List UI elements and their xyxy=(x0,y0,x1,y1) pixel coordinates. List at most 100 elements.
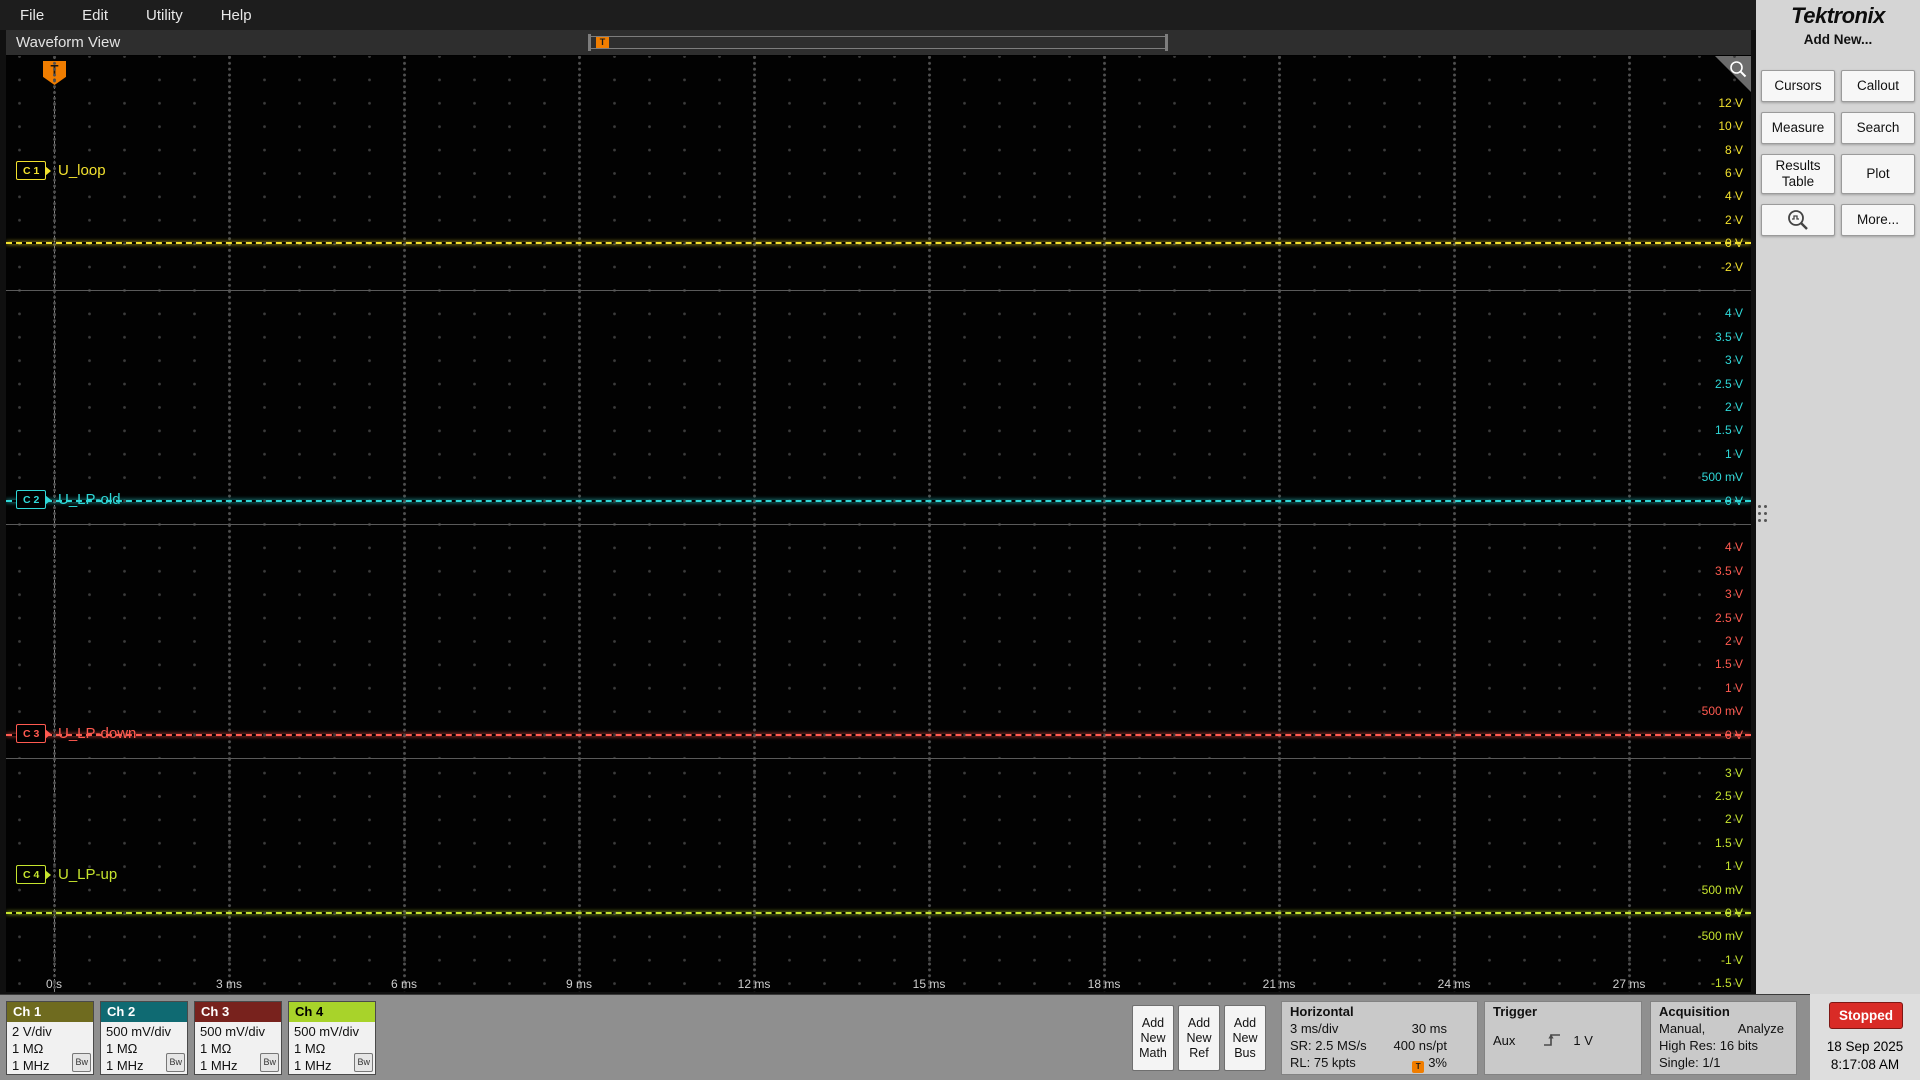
callout-button[interactable]: Callout xyxy=(1841,70,1915,102)
acquisition-analyze: Analyze xyxy=(1737,1021,1784,1036)
channel-trace-label[interactable]: U_LP-old xyxy=(58,490,121,509)
sample-resolution: 400 ns/pt xyxy=(1393,1038,1448,1053)
channel-card-body: 500 mV/div 1 MΩ 1 MHz Bw xyxy=(101,1022,187,1074)
channel-card-1[interactable]: Ch 12 V/div 1 MΩ 1 MHz Bw xyxy=(6,1001,94,1075)
scale-label: 2 V xyxy=(1724,634,1743,648)
scale-label: 2 V xyxy=(1724,400,1743,414)
right-sidebar: Tektronix Add New... Cursors Callout Measu… xyxy=(1756,0,1920,994)
bottom-right-block: Stopped 18 Sep 2025 8:17:08 AM xyxy=(1810,994,1920,1080)
menu-edit[interactable]: Edit xyxy=(82,7,108,24)
acquisition-detail: High Res: 16 bits xyxy=(1659,1038,1758,1053)
more-button[interactable]: More... xyxy=(1841,204,1915,236)
zoom-tool-button[interactable] xyxy=(1761,204,1835,236)
scale-label: 10 V xyxy=(1718,119,1743,134)
menu-help[interactable]: Help xyxy=(221,7,252,24)
trigger-title: Trigger xyxy=(1493,1004,1538,1019)
scale-label: 4 V xyxy=(1724,540,1743,555)
tektronix-logo: Tektronix xyxy=(1791,3,1885,28)
measure-button[interactable]: Measure xyxy=(1761,112,1835,144)
scale-label: 12 V xyxy=(1718,95,1743,110)
time-label: 3 ms xyxy=(215,977,242,991)
horizontal-position-indicator[interactable]: T xyxy=(588,34,1168,51)
time-label: 0 s xyxy=(45,977,62,991)
search-button[interactable]: Search xyxy=(1841,112,1915,144)
run-stop-button[interactable]: Stopped xyxy=(1829,1002,1903,1029)
channel-card-4[interactable]: Ch 4 500 mV/div 1 MΩ 1 MHz Bw xyxy=(288,1001,376,1075)
channel-card-body: 2 V/div 1 MΩ 1 MHz Bw xyxy=(7,1022,93,1074)
scale-label: 0 V xyxy=(1724,493,1743,508)
scale-label: 1 V xyxy=(1724,446,1743,461)
panel-splitter-handle[interactable] xyxy=(1757,500,1768,526)
add-new-ref-button[interactable]: Add New Ref xyxy=(1178,1005,1220,1071)
channel-badge-1[interactable]: C 1 xyxy=(16,161,47,180)
results-table-button[interactable]: Results Table xyxy=(1761,154,1835,194)
horizontal-panel[interactable]: Horizontal 3 ms/div 30 ms SR: 2.5 MS/s 4… xyxy=(1281,1001,1478,1075)
channel-card-title: Ch 2 xyxy=(101,1002,187,1022)
channel-card-3[interactable]: Ch 3 500 mV/div 1 MΩ 1 MHz Bw xyxy=(194,1001,282,1075)
time-label: 9 ms xyxy=(565,977,592,991)
add-new-math-button[interactable]: Add New Math xyxy=(1132,1005,1174,1071)
channel-card-2[interactable]: Ch 2 500 mV/div 1 MΩ 1 MHz Bw xyxy=(100,1001,188,1075)
band-separator xyxy=(6,290,1751,291)
channel-trace-label[interactable]: U_LP-up xyxy=(58,865,117,884)
channel-badge-3[interactable]: C 3 xyxy=(16,724,47,743)
scale-label: 1 V xyxy=(1724,680,1743,695)
scale-label: 3.5 V xyxy=(1714,329,1743,344)
acquisition-title: Acquisition xyxy=(1659,1004,1730,1019)
horizontal-scale: 3 ms/div xyxy=(1290,1021,1339,1036)
scale-label: 2.5 V xyxy=(1714,376,1743,391)
cursors-button[interactable]: Cursors xyxy=(1761,70,1835,102)
menu-bar: File Edit Utility Help xyxy=(0,0,1756,30)
add-new-bus-button[interactable]: Add New Bus xyxy=(1224,1005,1266,1071)
channel-badge-2[interactable]: C 2 xyxy=(16,490,47,509)
time-label: 15 ms xyxy=(912,977,946,991)
scale-label: 1.5 V xyxy=(1714,835,1743,850)
menu-utility[interactable]: Utility xyxy=(146,7,183,24)
trace-U_LP-down[interactable] xyxy=(6,733,1751,736)
scale-label: -1.5 V xyxy=(1710,976,1743,991)
plot-button[interactable]: Plot xyxy=(1841,154,1915,194)
bandwidth-badge-icon: Bw xyxy=(260,1053,279,1072)
scale-label: 3.5 V xyxy=(1714,563,1743,578)
acquisition-mode: Manual, xyxy=(1659,1021,1706,1036)
time-label: 12 ms xyxy=(737,977,771,991)
trace-U_LP-old[interactable] xyxy=(6,499,1751,502)
rising-edge-icon xyxy=(1544,1034,1561,1046)
scale-label: -500 mV xyxy=(1697,929,1743,944)
grid-band-3 xyxy=(6,524,1751,758)
add-new-heading: Add New... xyxy=(1803,32,1873,47)
magnifier-waveform-icon xyxy=(1788,210,1808,230)
scale-label: 500 mV xyxy=(1701,882,1743,897)
trigger-source: Aux xyxy=(1493,1032,1516,1048)
scale-label: 8 V xyxy=(1724,142,1743,157)
bandwidth-badge-icon: Bw xyxy=(72,1053,91,1072)
channel-card-title: Ch 4 xyxy=(289,1002,375,1022)
channel-card-body: 500 mV/div 1 MΩ 1 MHz Bw xyxy=(289,1022,375,1074)
trace-U_LP-up[interactable] xyxy=(6,912,1751,914)
record-length: RL: 75 kpts xyxy=(1290,1055,1356,1070)
scale-label: 3 V xyxy=(1724,587,1743,602)
grid-band-1 xyxy=(6,56,1751,290)
sample-rate: SR: 2.5 MS/s xyxy=(1290,1038,1367,1053)
menu-file[interactable]: File xyxy=(20,7,44,24)
waveform-view-panel: Waveform View T T 12 V 10 V 8 V 6 V 4 V 2 V 0 … xyxy=(6,30,1751,992)
channel-trace-label[interactable]: U_loop xyxy=(58,161,106,180)
channel-badge-4[interactable]: C 4 xyxy=(16,865,47,884)
scale-label: 3 V xyxy=(1724,765,1743,780)
scale-label: 6 V xyxy=(1724,166,1743,180)
scale-label: 0 V xyxy=(1724,727,1743,742)
channel-trace-label[interactable]: U_LP-down xyxy=(58,724,136,743)
waveform-grid: T 12 V10 V8 V6 V4 V2 V0 V-2 VC 1U_loop4 … xyxy=(6,56,1751,992)
trigger-position-readout: T 3% xyxy=(1412,1054,1447,1073)
trace-U_loop[interactable] xyxy=(6,242,1751,245)
time-label: 8:17:08 AM xyxy=(1830,1057,1900,1072)
scale-label: -2 V xyxy=(1720,259,1743,274)
acquisition-panel[interactable]: Acquisition Manual, Analyze High Res: 16… xyxy=(1650,1001,1797,1075)
date-time: 18 Sep 2025 8:17:08 AM xyxy=(1810,1038,1920,1074)
trigger-panel[interactable]: Trigger Aux 1 V xyxy=(1484,1001,1642,1075)
channel-card-title: Ch 3 xyxy=(195,1002,281,1022)
scale-label: 2 V xyxy=(1724,212,1743,227)
trigger-position-marker[interactable]: T xyxy=(596,37,609,48)
scale-label: 0 V xyxy=(1724,906,1743,920)
scale-label: 4 V xyxy=(1724,306,1743,321)
